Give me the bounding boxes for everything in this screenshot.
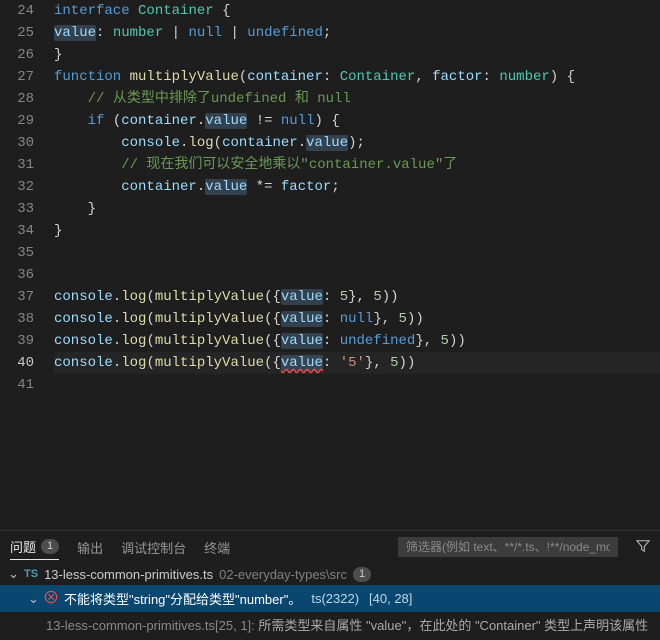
tab-debug-console[interactable]: 调试控制台: [121, 538, 186, 557]
problem-file-path: 02-everyday-types\src: [219, 567, 347, 582]
code-content[interactable]: interface Container { value: number | nu…: [48, 0, 660, 530]
problem-code: ts(2322): [311, 591, 359, 606]
problem-message: 不能将类型"string"分配给类型"number"。: [64, 589, 301, 608]
problem-related-info[interactable]: 13-less-common-primitives.ts[25, 1]: 所需类…: [0, 612, 660, 637]
editor-area: 242526 272829 303132 333435 363738 39404…: [0, 0, 660, 530]
problems-count-badge: 1: [41, 539, 59, 554]
chevron-down-icon: ⌄: [28, 591, 38, 607]
problem-item[interactable]: ⌄ 不能将类型"string"分配给类型"number"。 ts(2322) […: [0, 585, 660, 612]
file-problem-count: 1: [353, 567, 371, 582]
chevron-down-icon: ⌄: [8, 566, 18, 582]
tab-problems[interactable]: 问题 1: [10, 537, 59, 560]
problem-file-row[interactable]: ⌄ TS 13-less-common-primitives.ts 02-eve…: [0, 563, 660, 585]
filter-icon[interactable]: [636, 539, 650, 556]
problems-panel: 问题 1 输出 调试控制台 终端 ⌄ TS 13-less-common-pri…: [0, 530, 660, 640]
tab-output[interactable]: 输出: [77, 538, 103, 557]
problems-list: ⌄ TS 13-less-common-primitives.ts 02-eve…: [0, 563, 660, 640]
tab-terminal[interactable]: 终端: [204, 538, 230, 557]
problem-location: [40, 28]: [369, 591, 412, 606]
problems-filter-input[interactable]: [398, 537, 618, 557]
error-icon: [44, 590, 58, 607]
typescript-file-icon: TS: [24, 568, 38, 580]
problem-file-name: 13-less-common-primitives.ts: [44, 567, 213, 582]
panel-tabs: 问题 1 输出 调试控制台 终端: [0, 531, 660, 563]
line-number-gutter: 242526 272829 303132 333435 363738 39404…: [0, 0, 48, 530]
